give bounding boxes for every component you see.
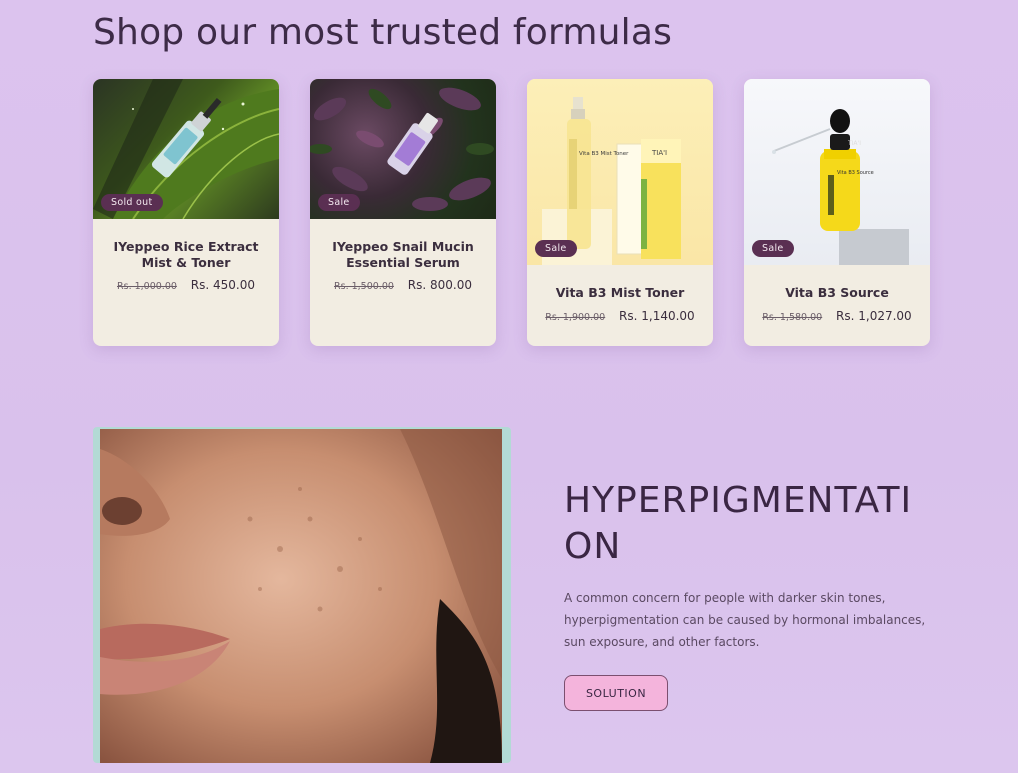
sale-price: Rs. 450.00: [190, 278, 255, 292]
product-card-snail-mucin[interactable]: Sale IYeppeo Snail Mucin Essential Serum…: [310, 79, 496, 346]
sale-price: Rs. 800.00: [407, 278, 472, 292]
vita-b3-source-photo: Vita B3 Source TIA'I: [772, 109, 909, 265]
source-cap-brand: TIA'I: [847, 140, 861, 147]
product-price-row: Rs. 1,000.00 Rs. 450.00: [93, 278, 279, 292]
vita-b3-toner-photo: Vita B3 Mist Toner TIA'I: [542, 97, 681, 265]
solution-button[interactable]: SOLUTION: [564, 675, 668, 711]
regular-price: Rs. 1,000.00: [117, 281, 177, 292]
skin-closeup-photo: [100, 429, 502, 763]
regular-price: Rs. 1,580.00: [762, 312, 823, 323]
face-closeup-image: [100, 429, 502, 763]
feature-title-line-2: ON: [564, 526, 622, 567]
feature-title: HYPERPIGMENTATI ON: [564, 478, 924, 570]
feature-description: A common concern for people with darker …: [564, 591, 926, 649]
section-title: Shop our most trusted formulas: [93, 12, 673, 53]
product-name[interactable]: Vita B3 Mist Toner: [527, 285, 713, 301]
product-grid: Sold out IYeppeo Rice Extract Mist & Ton…: [93, 79, 930, 346]
product-card-vita-b3-source[interactable]: Vita B3 Source TIA'I Sale Vita B3 Source…: [744, 79, 930, 346]
product-card-rice-extract[interactable]: Sold out IYeppeo Rice Extract Mist & Ton…: [93, 79, 279, 346]
product-price-row: Rs. 1,900.00 Rs. 1,140.00: [527, 309, 713, 323]
product-image[interactable]: Sold out: [93, 79, 279, 219]
toner-box-brand: TIA'I: [651, 149, 667, 157]
product-image[interactable]: Vita B3 Source TIA'I Sale: [744, 79, 930, 265]
sale-badge: Sale: [535, 240, 577, 257]
sale-price: Rs. 1,027.00: [836, 309, 912, 323]
sale-badge: Sale: [752, 240, 794, 257]
product-price-row: Rs. 1,500.00 Rs. 800.00: [310, 278, 496, 292]
product-name[interactable]: IYeppeo Snail Mucin Essential Serum: [310, 239, 496, 271]
regular-price: Rs. 1,900.00: [545, 312, 606, 323]
product-card-vita-b3-mist-toner[interactable]: Vita B3 Mist Toner TIA'I Sale Vita B3 Mi…: [527, 79, 713, 346]
feature-title-line-1: HYPERPIGMENTATI: [564, 480, 913, 521]
product-image[interactable]: Vita B3 Mist Toner TIA'I Sale: [527, 79, 713, 265]
sale-price: Rs. 1,140.00: [619, 309, 695, 323]
regular-price: Rs. 1,500.00: [334, 281, 394, 292]
sold-out-badge: Sold out: [101, 194, 163, 211]
product-name[interactable]: IYeppeo Rice Extract Mist & Toner: [93, 239, 279, 271]
source-bottle-label: Vita B3 Source: [837, 170, 874, 176]
product-name[interactable]: Vita B3 Source: [744, 285, 930, 301]
product-price-row: Rs. 1,580.00 Rs. 1,027.00: [744, 309, 930, 323]
sale-badge: Sale: [318, 194, 360, 211]
feature-image-frame: [93, 427, 511, 763]
toner-bottle-label: Vita B3 Mist Toner: [579, 151, 629, 157]
product-image[interactable]: Sale: [310, 79, 496, 219]
